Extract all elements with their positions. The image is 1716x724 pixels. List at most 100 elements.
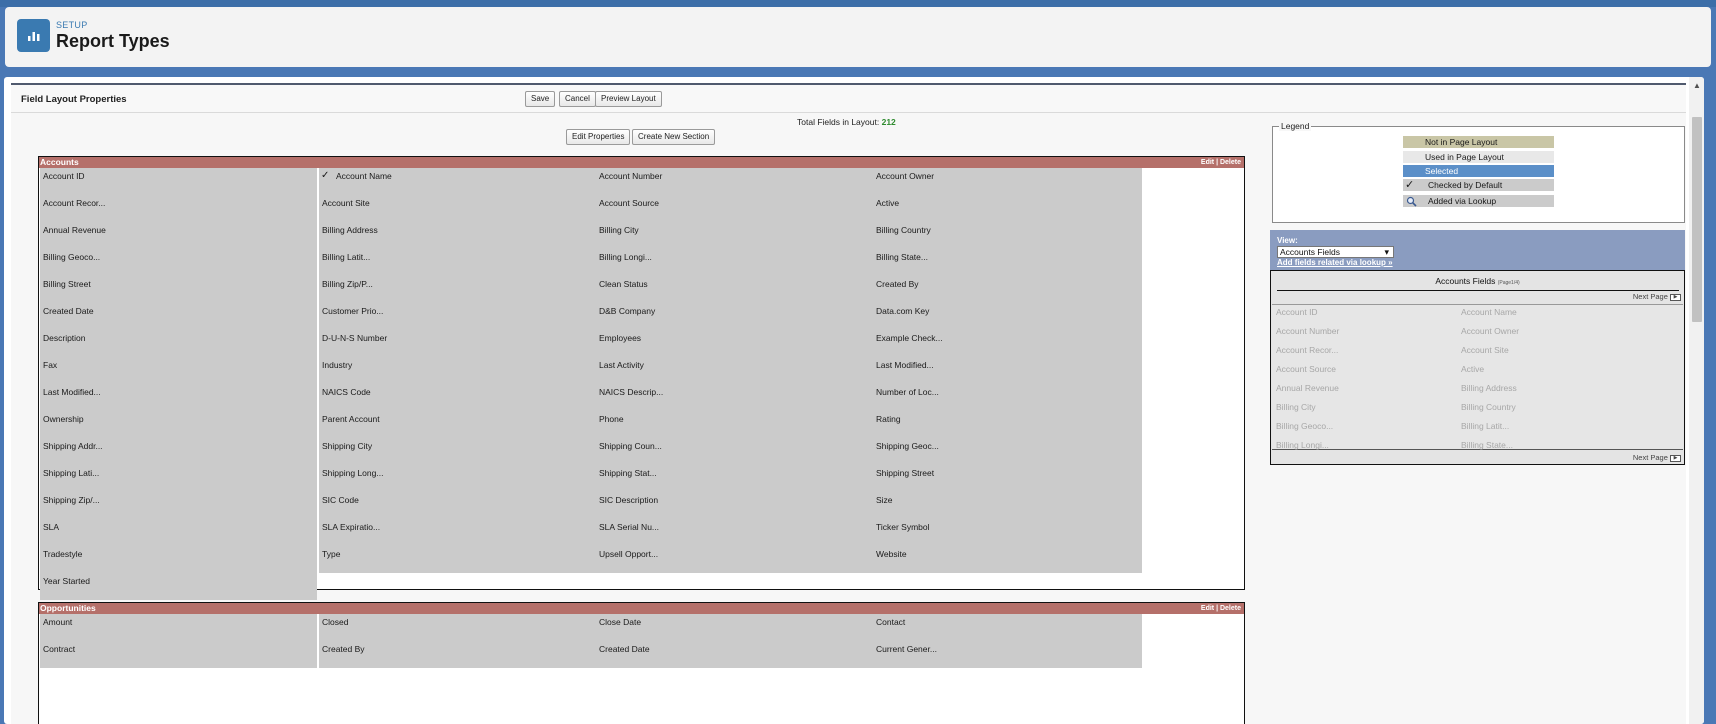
layout-field[interactable]: Type	[319, 546, 596, 573]
layout-field[interactable]: Account Owner	[873, 168, 1142, 195]
layout-field[interactable]: Ownership	[40, 411, 317, 438]
layout-field[interactable]: Size	[873, 492, 1142, 519]
layout-field[interactable]: Created Date	[40, 303, 317, 330]
layout-field[interactable]: NAICS Descrip...	[596, 384, 873, 411]
layout-field[interactable]: Shipping Geoc...	[873, 438, 1142, 465]
layout-field[interactable]: Billing Longi...	[596, 249, 873, 276]
available-field[interactable]: Billing Country	[1461, 402, 1516, 412]
layout-field[interactable]: Tradestyle	[40, 546, 317, 573]
scroll-up-arrow-icon[interactable]: ▲	[1693, 81, 1701, 90]
layout-field[interactable]: Active	[873, 195, 1142, 222]
available-field[interactable]: Account Name	[1461, 307, 1517, 317]
available-field[interactable]: Account Number	[1276, 326, 1339, 336]
layout-field[interactable]: Shipping Zip/...	[40, 492, 317, 519]
available-field[interactable]: Account Owner	[1461, 326, 1519, 336]
layout-field[interactable]: Example Check...	[873, 330, 1142, 357]
layout-field[interactable]: D-U-N-S Number	[319, 330, 596, 357]
layout-field[interactable]: Last Modified...	[40, 384, 317, 411]
layout-field[interactable]: Last Modified...	[873, 357, 1142, 384]
section-edit-delete[interactable]: Edit | Delete	[1201, 603, 1241, 614]
preview-layout-button[interactable]: Preview Layout	[595, 91, 662, 107]
available-field[interactable]: Account Site	[1461, 345, 1509, 355]
available-field[interactable]: Billing City	[1276, 402, 1316, 412]
layout-field[interactable]: Parent Account	[319, 411, 596, 438]
layout-field[interactable]: Year Started	[40, 573, 317, 600]
available-field[interactable]: Account ID	[1276, 307, 1318, 317]
layout-field[interactable]: SLA Expiratio...	[319, 519, 596, 546]
available-field[interactable]: Billing State...	[1461, 440, 1513, 450]
layout-field[interactable]: Current Gener...	[873, 641, 1142, 668]
available-field[interactable]: Account Recor...	[1276, 345, 1338, 355]
layout-field[interactable]: Data.com Key	[873, 303, 1142, 330]
layout-field[interactable]: Shipping Stat...	[596, 465, 873, 492]
view-select[interactable]: Accounts Fields ▾	[1277, 246, 1394, 258]
scroll-thumb[interactable]	[1692, 117, 1702, 322]
layout-field[interactable]: Billing City	[596, 222, 873, 249]
layout-field[interactable]: Employees	[596, 330, 873, 357]
layout-field[interactable]: Account Site	[319, 195, 596, 222]
available-field[interactable]: Billing Latit...	[1461, 421, 1509, 431]
layout-field[interactable]: Created Date	[596, 641, 873, 668]
layout-field[interactable]: Fax	[40, 357, 317, 384]
layout-field[interactable]: Created By	[319, 641, 596, 668]
layout-field[interactable]: Description	[40, 330, 317, 357]
layout-field[interactable]: Billing Latit...	[319, 249, 596, 276]
layout-field[interactable]: NAICS Code	[319, 384, 596, 411]
layout-field[interactable]: Billing Address	[319, 222, 596, 249]
layout-field[interactable]: SIC Description	[596, 492, 873, 519]
layout-field[interactable]: SLA Serial Nu...	[596, 519, 873, 546]
layout-field[interactable]: Last Activity	[596, 357, 873, 384]
layout-field[interactable]: Clean Status	[596, 276, 873, 303]
available-field[interactable]: Account Source	[1276, 364, 1336, 374]
layout-field[interactable]: Created By	[873, 276, 1142, 303]
available-field[interactable]: Billing Address	[1461, 383, 1517, 393]
layout-field[interactable]: Shipping Street	[873, 465, 1142, 492]
layout-field[interactable]: Contract	[40, 641, 317, 668]
layout-field[interactable]: Billing State...	[873, 249, 1142, 276]
layout-field[interactable]: Closed	[319, 614, 596, 641]
layout-field[interactable]: Billing Geoco...	[40, 249, 317, 276]
cancel-button[interactable]: Cancel	[559, 91, 596, 107]
layout-field[interactable]: Billing Street	[40, 276, 317, 303]
layout-field[interactable]: ✓ Account Name	[319, 168, 596, 195]
save-button[interactable]: Save	[525, 91, 556, 107]
layout-field[interactable]: Account Number	[596, 168, 873, 195]
section-header-accounts[interactable]: Accounts Edit | Delete	[39, 157, 1244, 168]
layout-field[interactable]: Customer Prio...	[319, 303, 596, 330]
layout-field[interactable]: Close Date	[596, 614, 873, 641]
next-page-top[interactable]: Next Page ▶	[1633, 292, 1681, 301]
layout-field[interactable]: D&B Company	[596, 303, 873, 330]
add-lookup-fields-link[interactable]: Add fields related via lookup »	[1277, 258, 1393, 267]
layout-field[interactable]: Billing Zip/P...	[319, 276, 596, 303]
create-new-section-button[interactable]: Create New Section	[632, 129, 716, 145]
layout-field[interactable]: Account ID	[40, 168, 317, 195]
layout-field[interactable]: Industry	[319, 357, 596, 384]
edit-properties-button[interactable]: Edit Properties	[566, 129, 631, 145]
layout-field[interactable]: Amount	[40, 614, 317, 641]
layout-field[interactable]: Shipping Addr...	[40, 438, 317, 465]
layout-field[interactable]: Shipping Coun...	[596, 438, 873, 465]
available-field[interactable]: Annual Revenue	[1276, 383, 1339, 393]
layout-field[interactable]: Shipping City	[319, 438, 596, 465]
layout-field[interactable]: Annual Revenue	[40, 222, 317, 249]
layout-field[interactable]: Contact	[873, 614, 1142, 641]
layout-field[interactable]: Website	[873, 546, 1142, 573]
layout-field[interactable]: Phone	[596, 411, 873, 438]
layout-field[interactable]: SIC Code	[319, 492, 596, 519]
layout-field[interactable]: Account Recor...	[40, 195, 317, 222]
layout-field[interactable]: Rating	[873, 411, 1142, 438]
layout-field[interactable]: Number of Loc...	[873, 384, 1142, 411]
scrollbar[interactable]: ▲	[1689, 77, 1704, 724]
section-edit-delete[interactable]: Edit | Delete	[1201, 157, 1241, 168]
layout-field[interactable]: Billing Country	[873, 222, 1142, 249]
layout-field[interactable]: SLA	[40, 519, 317, 546]
layout-field[interactable]: Account Source	[596, 195, 873, 222]
available-field[interactable]: Billing Longi...	[1276, 440, 1329, 450]
layout-field[interactable]: Ticker Symbol	[873, 519, 1142, 546]
available-field[interactable]: Active	[1461, 364, 1484, 374]
section-header-opportunities[interactable]: Opportunities Edit | Delete	[39, 603, 1244, 614]
layout-field[interactable]: Shipping Long...	[319, 465, 596, 492]
next-page-bottom[interactable]: Next Page ▶	[1633, 453, 1681, 462]
layout-field[interactable]: Shipping Lati...	[40, 465, 317, 492]
layout-field[interactable]: Upsell Opport...	[596, 546, 873, 573]
